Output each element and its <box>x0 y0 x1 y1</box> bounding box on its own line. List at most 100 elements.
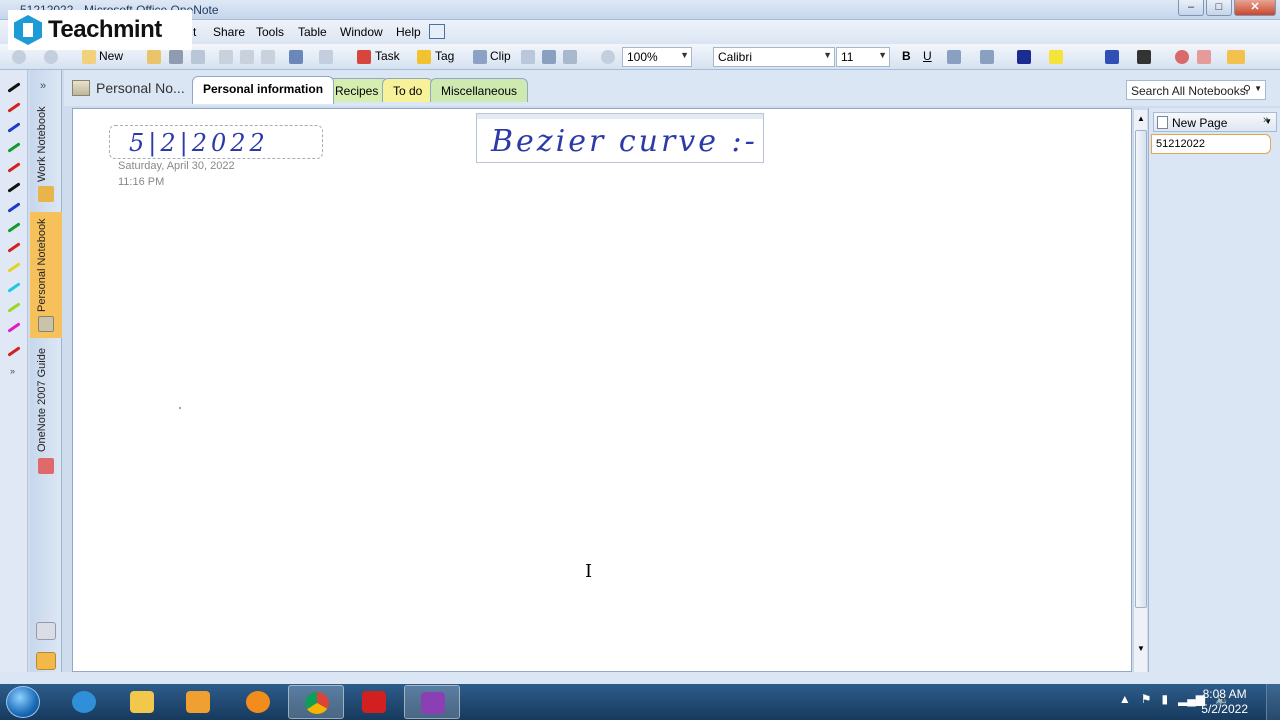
highlight-icon[interactable] <box>1049 50 1063 64</box>
search-input[interactable]: Search All Notebooks ⚲ ▼ <box>1126 80 1266 100</box>
red-pen-icon[interactable] <box>7 242 21 253</box>
taskbar-chrome[interactable] <box>288 685 344 719</box>
open-icon[interactable] <box>147 50 161 64</box>
note-container[interactable]: Bezier curve :- <box>476 113 764 163</box>
copy-icon[interactable] <box>240 50 254 64</box>
black-pen-icon[interactable] <box>7 182 21 193</box>
lasso-icon[interactable] <box>1175 50 1189 64</box>
menu-help[interactable]: Help <box>396 25 421 39</box>
notebook-onenote-guide[interactable]: OneNote 2007 Guide <box>30 342 62 478</box>
undo-icon[interactable] <box>289 50 303 64</box>
power-icon[interactable]: ▮ <box>1161 692 1168 706</box>
new-button[interactable]: New <box>99 49 123 63</box>
full-page-view-icon[interactable] <box>429 24 445 39</box>
all-notebooks-icon[interactable] <box>36 652 56 670</box>
red-pen-icon[interactable] <box>7 102 21 113</box>
green-pen-icon[interactable] <box>7 142 21 153</box>
taskbar-internet-explorer[interactable] <box>56 685 112 719</box>
notebook-personal[interactable]: Personal Notebook <box>30 212 62 338</box>
expand-pens-icon[interactable]: » <box>10 366 15 376</box>
start-button[interactable] <box>6 686 40 718</box>
underline-button[interactable]: U <box>923 49 932 63</box>
scroll-up-icon[interactable]: ▲ <box>1137 114 1145 123</box>
bullets-icon[interactable] <box>947 50 961 64</box>
green-pen-icon[interactable] <box>7 222 21 233</box>
menu-window[interactable]: Window <box>340 25 383 39</box>
tab-miscellaneous[interactable]: Miscellaneous <box>430 78 529 102</box>
menu-format-partial[interactable]: t <box>193 25 196 39</box>
notebook-work[interactable]: Work Notebook <box>30 98 62 210</box>
bold-button[interactable]: B <box>902 49 911 63</box>
red-pen-icon[interactable] <box>7 346 21 357</box>
magenta-highlighter-icon[interactable] <box>7 322 21 333</box>
font-size-select[interactable]: 11 ▼ <box>836 47 890 67</box>
collapse-icon[interactable]: » <box>40 80 46 92</box>
unfiled-notes-icon[interactable] <box>36 622 56 640</box>
clip-button[interactable]: Clip <box>490 49 511 63</box>
pen-color-icon[interactable] <box>1105 50 1119 64</box>
vertical-scrollbar[interactable]: ▲ ▼ <box>1133 110 1147 672</box>
red-pen-icon[interactable] <box>7 162 21 173</box>
redo-icon[interactable] <box>319 50 333 64</box>
chevron-down-icon: ▼ <box>823 50 832 60</box>
font-select[interactable]: Calibri ▼ <box>713 47 835 67</box>
paste-icon[interactable] <box>261 50 275 64</box>
taskbar-avast[interactable] <box>230 685 286 719</box>
internet-explorer-icon <box>72 691 96 713</box>
tag-button[interactable]: Tag <box>435 49 454 63</box>
app-bottom-border <box>0 672 1280 684</box>
scroll-thumb[interactable] <box>1135 130 1147 608</box>
lime-highlighter-icon[interactable] <box>7 302 21 313</box>
clock[interactable]: 8:08 AM 5/2/2022 <box>1201 687 1248 717</box>
blue-pen-icon[interactable] <box>7 202 21 213</box>
teachmint-logo: Teachmint <box>8 10 192 50</box>
notebook-title[interactable]: Personal No... <box>72 80 185 96</box>
close-button[interactable]: ✕ <box>1234 0 1276 16</box>
font-size-value: 11 <box>841 50 854 64</box>
menu-share[interactable]: Share <box>213 25 245 39</box>
print-preview-icon[interactable] <box>191 50 205 64</box>
notebook-icon <box>38 186 54 202</box>
note-container-handle[interactable] <box>477 114 763 119</box>
notebook-label: OneNote 2007 Guide <box>36 348 48 452</box>
menu-table[interactable]: Table <box>298 25 327 39</box>
scroll-down-icon[interactable]: ▼ <box>1137 644 1145 653</box>
cyan-highlighter-icon[interactable] <box>7 282 21 293</box>
text-mode-icon[interactable] <box>1227 50 1245 64</box>
font-color-icon[interactable] <box>1017 50 1031 64</box>
tab-personal-information[interactable]: Personal information <box>192 76 335 104</box>
action-center-flag-icon[interactable]: ⚑ <box>1141 692 1152 706</box>
research-icon[interactable] <box>601 50 615 64</box>
tab-to-do[interactable]: To do <box>382 78 434 102</box>
show-hidden-icons-icon[interactable]: ▲ <box>1119 692 1131 706</box>
blue-pen-icon[interactable] <box>7 122 21 133</box>
show-desktop-button[interactable] <box>1266 684 1280 720</box>
eraser-icon[interactable] <box>1197 50 1211 64</box>
sync-icon[interactable] <box>563 50 577 64</box>
taskbar-file-explorer[interactable] <box>114 685 170 719</box>
print-icon[interactable] <box>169 50 183 64</box>
table-icon[interactable] <box>521 50 535 64</box>
numbering-icon[interactable] <box>980 50 994 64</box>
forward-icon[interactable] <box>44 50 58 64</box>
chevron-down-icon[interactable]: ▼ <box>1254 84 1262 93</box>
yellow-highlighter-icon[interactable] <box>7 262 21 273</box>
black-pen-icon[interactable] <box>7 82 21 93</box>
expand-page-tabs-icon[interactable]: » <box>1263 114 1269 126</box>
maximize-button[interactable]: □ <box>1206 0 1232 16</box>
cut-icon[interactable] <box>219 50 233 64</box>
zoom-select[interactable]: 100% ▼ <box>622 47 692 67</box>
new-page-button[interactable]: New Page ▼ <box>1153 112 1277 132</box>
page-canvas[interactable]: 5|2|2022 Saturday, April 30, 2022 11:16 … <box>72 108 1132 672</box>
task-button[interactable]: Task <box>375 49 400 63</box>
line-weight-icon[interactable] <box>1137 50 1151 64</box>
taskbar-acrobat[interactable] <box>346 685 402 719</box>
search-icon[interactable]: ⚲ <box>1243 83 1251 96</box>
back-icon[interactable] <box>12 50 26 64</box>
minimize-button[interactable]: – <box>1178 0 1204 16</box>
taskbar-onenote[interactable] <box>404 685 460 719</box>
taskbar-media-player[interactable] <box>170 685 226 719</box>
menu-tools[interactable]: Tools <box>256 25 284 39</box>
page-tab[interactable]: 51212022 <box>1151 134 1271 154</box>
attach-icon[interactable] <box>542 50 556 64</box>
